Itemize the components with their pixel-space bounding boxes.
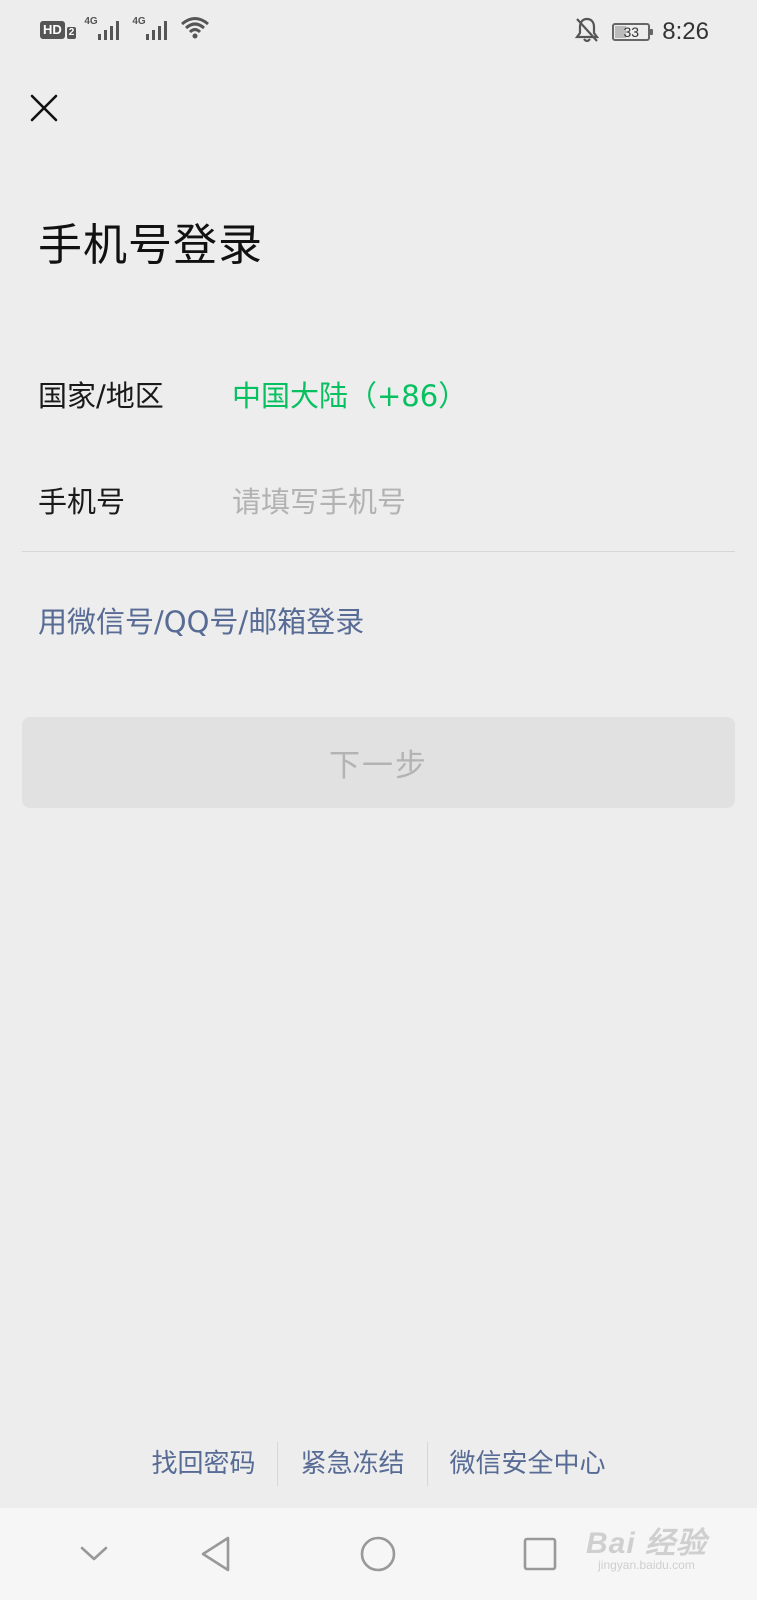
chevron-down-icon: [80, 1546, 108, 1561]
phone-input[interactable]: [232, 480, 712, 524]
home-icon: [360, 1536, 396, 1572]
hd-sub-label: 2: [66, 27, 77, 39]
hide-keyboard-button[interactable]: [70, 1530, 118, 1578]
battery-percent: 33: [623, 24, 640, 40]
recover-password-link[interactable]: 找回密码: [129, 1442, 277, 1486]
alt-login-link[interactable]: 用微信号/QQ号/邮箱登录: [38, 602, 364, 642]
watermark: Bai 经验 jingyan.baidu.com: [586, 1518, 707, 1572]
status-bar: HD 2 4G 4G 33 8:26: [0, 0, 757, 64]
security-center-link[interactable]: 微信安全中心: [428, 1442, 628, 1486]
wifi-icon: [180, 16, 210, 44]
region-label: 国家/地区: [38, 379, 164, 413]
bell-off-icon: [574, 16, 600, 48]
page-title: 手机号登录: [38, 220, 263, 271]
divider: [22, 551, 735, 552]
back-icon: [201, 1536, 230, 1572]
recents-icon: [523, 1537, 557, 1571]
close-icon: [30, 94, 58, 122]
phone-label: 手机号: [38, 485, 126, 519]
status-right: 33 8:26: [574, 16, 709, 48]
region-selector[interactable]: 中国大陆（+86）: [232, 376, 467, 416]
status-time: 8:26: [662, 18, 709, 45]
home-button[interactable]: [354, 1530, 402, 1578]
signal-icon: 4G: [132, 16, 172, 44]
next-button[interactable]: 下一步: [22, 717, 735, 808]
emergency-freeze-link[interactable]: 紧急冻结: [278, 1442, 426, 1486]
close-button[interactable]: [26, 90, 62, 126]
back-button[interactable]: [192, 1530, 240, 1578]
battery-icon: 33: [612, 23, 654, 41]
hd-label: HD: [40, 21, 65, 39]
recents-button[interactable]: [516, 1530, 564, 1578]
status-left: HD 2 4G 4G: [40, 16, 210, 44]
watermark-sub: jingyan.baidu.com: [598, 1558, 695, 1572]
hd-icon: HD 2: [40, 21, 77, 39]
watermark-main: Bai 经验: [585, 1527, 707, 1560]
signal-icon: 4G: [84, 16, 124, 44]
footer-links: 找回密码 紧急冻结 微信安全中心: [0, 1442, 757, 1486]
